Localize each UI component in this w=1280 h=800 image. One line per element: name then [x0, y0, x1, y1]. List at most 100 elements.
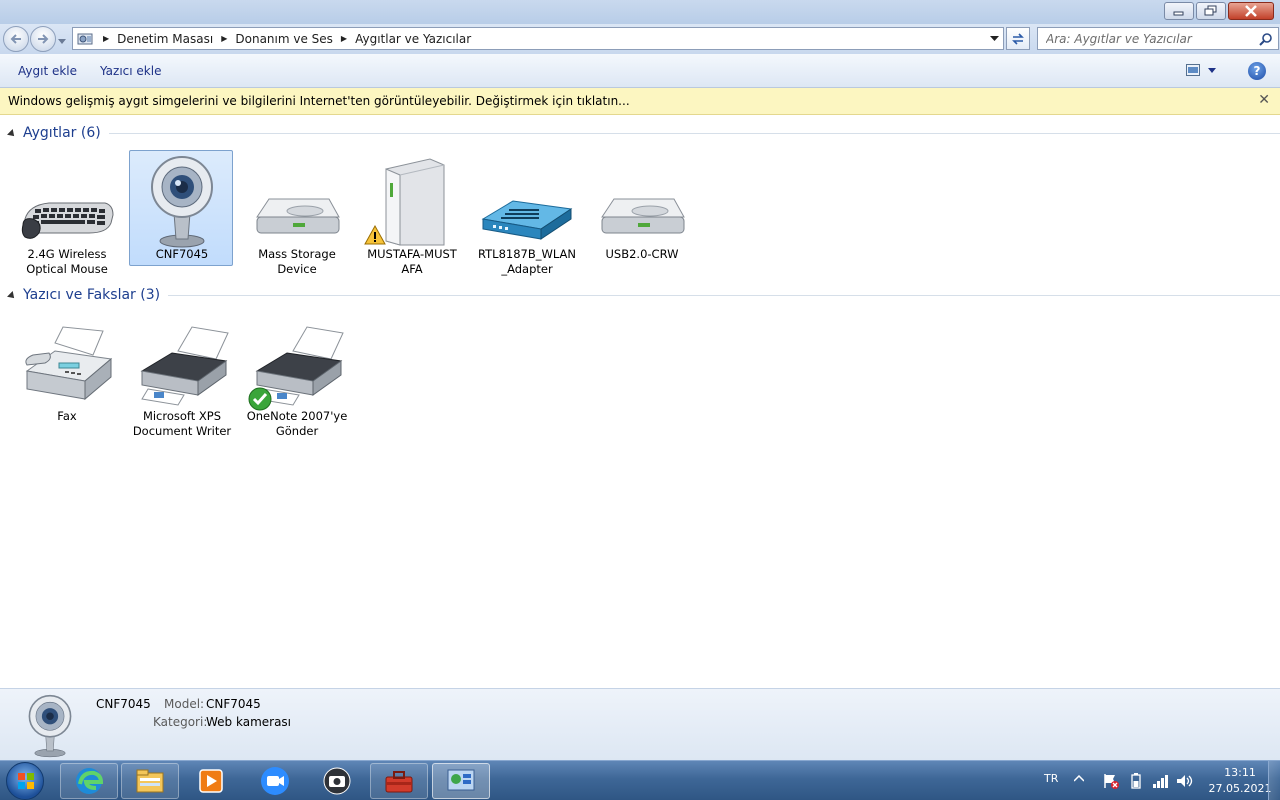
- device-label: RTL8187B_WLAN _Adapter: [477, 247, 576, 276]
- webcam-icon: [151, 156, 213, 248]
- address-history-chevron-icon[interactable]: [990, 36, 999, 42]
- battery-icon[interactable]: [1130, 773, 1142, 789]
- close-icon: [1245, 5, 1257, 17]
- details-model-value: CNF7045: [206, 697, 261, 711]
- printers-group-title: Yazıcı ve Fakslar (3): [23, 287, 161, 303]
- control-panel-icon: [77, 33, 93, 44]
- back-button[interactable]: [3, 26, 29, 52]
- show-desktop-button[interactable]: [1268, 761, 1280, 800]
- breadcrumb-hardware-and-sound[interactable]: Donanım ve Ses: [235, 32, 333, 46]
- printer-label: Fax: [57, 409, 77, 423]
- device-label: Mass Storage Device: [258, 247, 336, 276]
- view-icon: [1186, 64, 1200, 76]
- fax-icon: [25, 326, 113, 401]
- search-icon[interactable]: [1259, 32, 1273, 46]
- language-indicator[interactable]: TR: [1044, 772, 1058, 785]
- help-icon: ?: [1253, 64, 1261, 78]
- camera-icon: [323, 767, 351, 795]
- signal-strength-icon[interactable]: [1152, 773, 1170, 789]
- action-center-icon[interactable]: [1102, 773, 1120, 789]
- toolbox-icon: [385, 771, 413, 793]
- search-input[interactable]: [1046, 31, 1251, 46]
- device-label: 2.4G Wireless Optical Mouse: [26, 247, 108, 276]
- device-item-webcam[interactable]: CNF7045: [129, 150, 233, 266]
- device-item-card-reader[interactable]: USB2.0-CRW: [589, 150, 693, 266]
- minimize-button[interactable]: [1164, 2, 1194, 20]
- chevron-down-icon[interactable]: [1208, 67, 1216, 73]
- address-bar[interactable]: ▶ Denetim Masası ▶ Donanım ve Ses ▶ Aygı…: [72, 27, 1004, 50]
- details-device-name: CNF7045: [96, 697, 151, 711]
- restore-icon: [1204, 5, 1217, 16]
- device-item-computer[interactable]: MUSTAFA-MUST AFA: [359, 150, 463, 276]
- devices-view: Aygıtlar (6) 2.4G Wireless Optical Mouse…: [0, 115, 1280, 688]
- start-button[interactable]: [6, 762, 44, 800]
- breadcrumb-separator-icon[interactable]: ▶: [341, 34, 347, 43]
- network-adapter-icon: [481, 200, 573, 240]
- show-hidden-icons-icon[interactable]: [1074, 775, 1084, 782]
- close-button[interactable]: [1228, 2, 1274, 20]
- taskbar-toolbox[interactable]: [370, 763, 428, 799]
- taskbar-camera[interactable]: [308, 763, 366, 799]
- file-explorer-icon: [136, 769, 164, 793]
- media-player-icon: [199, 769, 223, 793]
- collapse-triangle-icon[interactable]: [7, 290, 17, 301]
- recent-pages-dropdown[interactable]: [58, 34, 66, 48]
- info-bar-message[interactable]: Windows gelişmiş aygıt simgelerini ve bi…: [8, 94, 630, 108]
- clock-date[interactable]: 27.05.2021: [1202, 782, 1278, 795]
- breadcrumb-control-panel[interactable]: Denetim Masası: [117, 32, 213, 46]
- window-controls: [1164, 2, 1274, 20]
- minimize-icon: [1173, 11, 1184, 16]
- volume-icon[interactable]: [1176, 773, 1194, 789]
- warning-icon: [364, 225, 386, 245]
- system-tray: TR 13:11 27.05.2021: [1030, 761, 1280, 800]
- title-bar: [0, 0, 1280, 24]
- command-bar: Aygıt ekle Yazıcı ekle ?: [0, 54, 1280, 88]
- back-arrow-icon: [10, 34, 21, 44]
- breadcrumb-separator-icon[interactable]: ▶: [103, 34, 109, 43]
- devices-group-title: Aygıtlar (6): [23, 125, 101, 141]
- group-divider: [108, 132, 1280, 134]
- add-printer-button[interactable]: Yazıcı ekle: [100, 64, 161, 78]
- control-panel-icon: [447, 769, 475, 791]
- breadcrumb: ▶ Denetim Masası ▶ Donanım ve Ses ▶ Aygı…: [95, 32, 471, 46]
- device-label: USB2.0-CRW: [605, 247, 679, 261]
- taskbar-media-player[interactable]: [182, 763, 240, 799]
- device-item-wlan-adapter[interactable]: RTL8187B_WLAN _Adapter: [474, 150, 578, 276]
- info-bar[interactable]: Windows gelişmiş aygıt simgelerini ve bi…: [0, 88, 1280, 115]
- taskbar-edge[interactable]: [60, 763, 118, 799]
- printer-item-onenote[interactable]: OneNote 2007'ye Gönder: [244, 312, 348, 438]
- breadcrumb-separator-icon[interactable]: ▶: [221, 34, 227, 43]
- forward-button[interactable]: [30, 26, 56, 52]
- device-label: CNF7045: [155, 247, 209, 261]
- details-model-label: Model:: [164, 697, 205, 711]
- collapse-triangle-icon[interactable]: [7, 128, 17, 139]
- taskbar-file-explorer[interactable]: [121, 763, 179, 799]
- printer-icon: [140, 326, 229, 406]
- printers-group-header[interactable]: Yazıcı ve Fakslar (3): [7, 287, 1280, 303]
- keyboard-mouse-icon: [21, 202, 114, 239]
- clock-time[interactable]: 13:11: [1210, 766, 1270, 779]
- add-device-button[interactable]: Aygıt ekle: [18, 64, 77, 78]
- restore-button[interactable]: [1196, 2, 1226, 20]
- hard-drive-icon: [256, 198, 340, 234]
- taskbar-zoom[interactable]: [246, 763, 304, 799]
- info-bar-close-icon[interactable]: ✕: [1258, 92, 1270, 108]
- device-item-wireless-mouse[interactable]: 2.4G Wireless Optical Mouse: [14, 150, 118, 276]
- printer-item-xps-writer[interactable]: Microsoft XPS Document Writer: [129, 312, 233, 438]
- breadcrumb-devices-and-printers[interactable]: Aygıtlar ve Yazıcılar: [355, 32, 471, 46]
- zoom-icon: [261, 767, 289, 795]
- forward-arrow-icon: [38, 34, 49, 44]
- search-box: [1037, 27, 1279, 50]
- device-item-mass-storage[interactable]: Mass Storage Device: [244, 150, 348, 276]
- details-category-value: Web kamerası: [206, 715, 292, 729]
- printer-item-fax[interactable]: Fax: [14, 312, 118, 428]
- navigation-bar: ▶ Denetim Masası ▶ Donanım ve Ses ▶ Aygı…: [0, 24, 1280, 54]
- change-view-button[interactable]: [1186, 64, 1216, 76]
- help-button[interactable]: ?: [1248, 62, 1266, 80]
- devices-group-header[interactable]: Aygıtlar (6): [7, 125, 1280, 141]
- printer-label: Microsoft XPS Document Writer: [132, 409, 232, 438]
- refresh-button[interactable]: [1006, 27, 1030, 50]
- hard-drive-icon: [601, 198, 685, 234]
- details-pane: CNF7045 Model: CNF7045 Kategori: Web kam…: [0, 688, 1280, 760]
- taskbar-control-panel[interactable]: [432, 763, 490, 799]
